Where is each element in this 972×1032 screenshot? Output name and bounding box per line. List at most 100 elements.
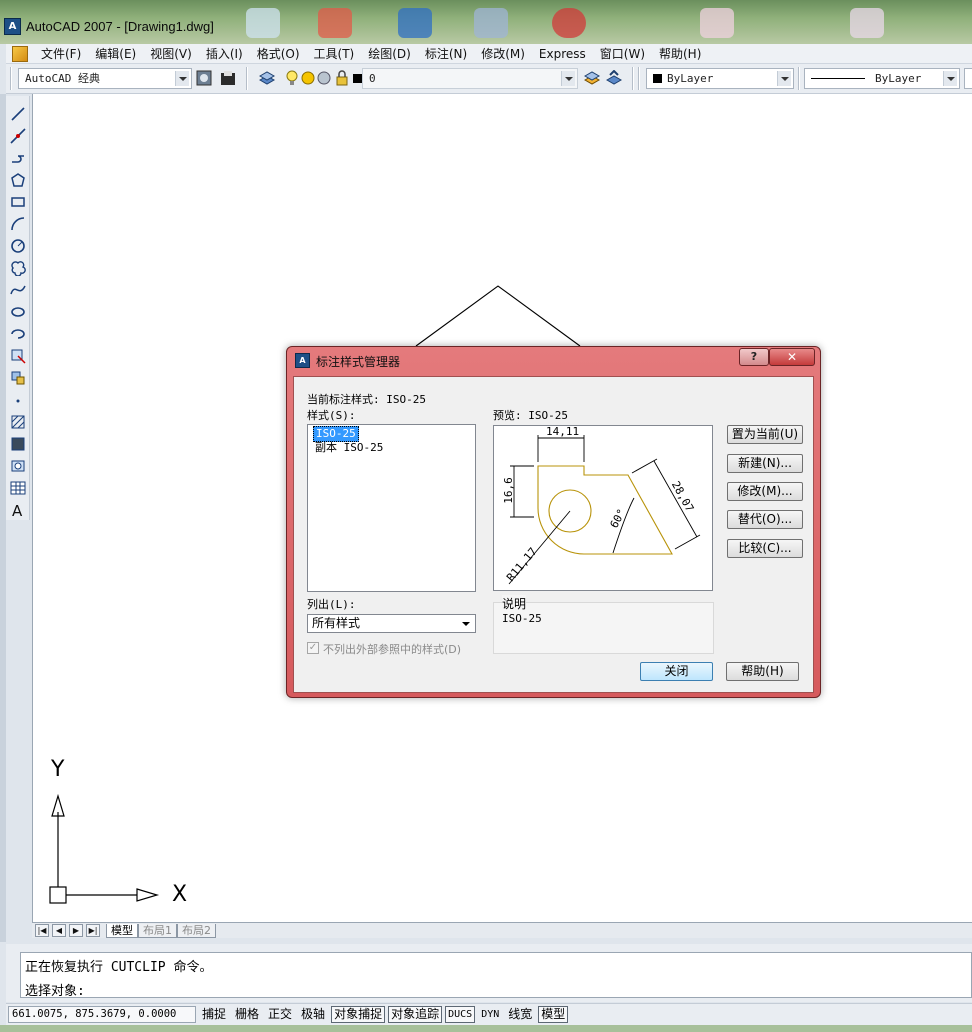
grid-toggle[interactable]: 栅格 (232, 1006, 262, 1023)
arc-icon[interactable] (10, 216, 26, 232)
dialog-close-icon[interactable]: ✕ (769, 348, 815, 366)
line-icon[interactable] (10, 106, 26, 122)
dyn-toggle[interactable]: DYN (478, 1006, 502, 1023)
menu-format[interactable]: 格式(O) (250, 45, 307, 62)
document-menu-icon[interactable] (12, 45, 28, 62)
chevron-down-icon[interactable] (943, 71, 957, 86)
close-button[interactable]: 关闭 (640, 662, 713, 681)
command-history-line: 正在恢复执行 CUTCLIP 命令。 (25, 960, 213, 975)
menu-dimension[interactable]: 标注(N) (418, 45, 474, 62)
ducs-toggle[interactable]: DUCS (445, 1006, 476, 1023)
list-filter-combo[interactable]: 所有样式 (307, 614, 476, 633)
layer-value: 0 (369, 72, 376, 85)
menu-modify[interactable]: 修改(M) (474, 45, 532, 62)
osnap-toggle[interactable]: 对象捕捉 (331, 1006, 386, 1023)
dialog-app-icon: A (295, 353, 310, 368)
spline-icon[interactable] (10, 282, 26, 298)
ucs-icon (49, 793, 160, 904)
set-current-button[interactable]: 置为当前(U) (727, 425, 803, 444)
autocad-app-icon[interactable]: A (4, 18, 21, 35)
polygon-icon[interactable] (10, 172, 26, 188)
layer-lock-icon[interactable] (334, 70, 350, 86)
command-history[interactable]: 正在恢复执行 CUTCLIP 命令。 选择对象: (20, 952, 972, 999)
drawn-triangle-lines (415, 285, 581, 347)
tab-first-button[interactable]: |◀ (35, 924, 49, 937)
multiline-text-icon[interactable]: A (10, 502, 26, 518)
layer-combo[interactable]: 0 (362, 68, 578, 89)
make-layer-current-icon[interactable] (584, 70, 600, 86)
help-button[interactable]: 帮助(H) (726, 662, 799, 681)
ellipse-arc-icon[interactable] (10, 326, 26, 342)
tab-layout1[interactable]: 布局1 (138, 923, 177, 938)
rectangle-icon[interactable] (10, 194, 26, 210)
desktop-decoration (474, 8, 508, 38)
tab-last-button[interactable]: ▶| (86, 924, 100, 937)
style-item-copy-iso25[interactable]: 副本 ISO-25 (313, 441, 385, 455)
lineweight-toggle[interactable]: 线宽 (505, 1006, 535, 1023)
otrack-toggle[interactable]: 对象追踪 (388, 1006, 443, 1023)
menu-file[interactable]: 文件(F) (34, 45, 88, 62)
layer-freeze-sun-icon[interactable] (300, 70, 316, 86)
modify-style-button[interactable]: 修改(M)... (727, 482, 803, 501)
construction-line-icon[interactable] (10, 128, 26, 144)
menu-express[interactable]: Express (532, 47, 593, 61)
dialog-help-button[interactable]: ? (739, 348, 769, 366)
linetype-combo[interactable]: ByLayer (804, 68, 960, 89)
description-value: ISO-25 (502, 612, 542, 625)
dialog-body: 当前标注样式: ISO-25 样式(S): ISO-25 副本 ISO-25 预… (293, 376, 814, 693)
model-space-toggle[interactable]: 模型 (538, 1006, 569, 1023)
chevron-down-icon[interactable] (777, 71, 791, 86)
lineweight-combo[interactable] (964, 68, 972, 89)
workspace-combo[interactable]: AutoCAD 经典 (18, 68, 192, 89)
menu-edit[interactable]: 编辑(E) (88, 45, 143, 62)
circle-icon[interactable] (10, 238, 26, 254)
ellipse-icon[interactable] (10, 304, 26, 320)
menu-tools[interactable]: 工具(T) (307, 45, 362, 62)
color-combo[interactable]: ByLayer (646, 68, 794, 89)
description-label: 说明 (502, 595, 527, 612)
layer-on-lightbulb-icon[interactable] (284, 70, 300, 86)
linetype-value: ByLayer (875, 72, 922, 85)
preview-dim-top: 14,11 (546, 425, 580, 438)
polar-toggle[interactable]: 极轴 (298, 1006, 328, 1023)
layer-viewport-icon[interactable] (316, 70, 332, 86)
chevron-down-icon[interactable] (175, 71, 189, 86)
tab-prev-button[interactable]: ◀ (52, 924, 66, 937)
menu-help[interactable]: 帮助(H) (652, 45, 708, 62)
workspace-settings-icon[interactable] (196, 70, 212, 86)
exclude-xref-label: 不列出外部参照中的样式(D) (323, 643, 462, 656)
tab-next-button[interactable]: ▶ (69, 924, 83, 937)
styles-listbox[interactable]: ISO-25 副本 ISO-25 (307, 424, 476, 592)
menu-window[interactable]: 窗口(W) (593, 45, 652, 62)
override-style-button[interactable]: 替代(O)... (727, 510, 803, 529)
workspace-save-icon[interactable] (220, 70, 236, 86)
style-item-iso25[interactable]: ISO-25 (313, 426, 359, 442)
menu-insert[interactable]: 插入(I) (199, 45, 250, 62)
polyline-icon[interactable] (10, 150, 26, 166)
ortho-toggle[interactable]: 正交 (265, 1006, 295, 1023)
chevron-down-icon[interactable] (561, 71, 575, 86)
current-style-label: 当前标注样式: ISO-25 (307, 393, 426, 406)
menu-draw[interactable]: 绘图(D) (361, 45, 418, 62)
new-style-button[interactable]: 新建(N)... (727, 454, 803, 473)
coordinate-readout[interactable]: 661.0075, 875.3679, 0.0000 (8, 1006, 196, 1023)
menu-view[interactable]: 视图(V) (143, 45, 199, 62)
region-icon[interactable] (10, 458, 26, 474)
snap-toggle[interactable]: 捕捉 (199, 1006, 229, 1023)
desktop-decoration (398, 8, 432, 38)
toolbar-grip (638, 67, 640, 90)
point-icon[interactable] (10, 392, 26, 408)
gradient-icon[interactable] (10, 436, 26, 452)
layer-properties-icon[interactable] (259, 70, 275, 86)
revision-cloud-icon[interactable] (10, 260, 26, 276)
tab-model[interactable]: 模型 (106, 923, 138, 938)
tab-layout2[interactable]: 布局2 (177, 923, 216, 938)
make-block-icon[interactable] (10, 370, 26, 386)
ucs-x-label: X (172, 882, 188, 907)
table-icon[interactable] (10, 480, 26, 496)
exclude-xref-checkbox[interactable]: ✓ (307, 642, 319, 654)
insert-block-icon[interactable] (10, 348, 26, 364)
compare-style-button[interactable]: 比较(C)... (727, 539, 803, 558)
layer-previous-icon[interactable] (606, 70, 622, 86)
hatch-icon[interactable] (10, 414, 26, 430)
